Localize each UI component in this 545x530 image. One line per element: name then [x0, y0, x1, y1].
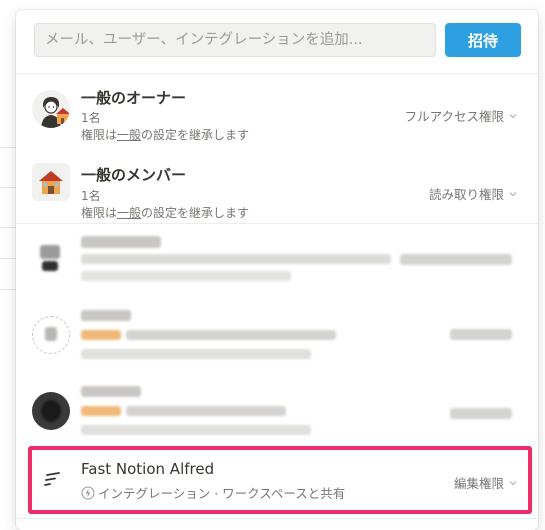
integration-row[interactable]: Fast Notion Alfred インテグレーション · ワークスペースと共… [16, 446, 538, 514]
general-settings-link[interactable]: 一般 [117, 206, 141, 220]
lightning-icon [81, 486, 95, 499]
invite-button[interactable]: 招待 [445, 23, 521, 57]
share-panel: 招待 一般のオーナー 1名 権限は一般の設定を継承します フルアクセス権限 [16, 10, 538, 530]
avatar [32, 316, 70, 354]
member-row-owner: 一般のオーナー 1名 権限は一般の設定を継承します フルアクセス権限 [16, 73, 538, 147]
add-people-input[interactable] [34, 23, 436, 57]
house-icon [32, 163, 70, 201]
chevron-down-icon [509, 113, 517, 118]
member-row-redacted [16, 298, 538, 374]
chevron-down-icon [509, 191, 517, 196]
person-icon [32, 90, 70, 128]
permission-dropdown[interactable]: フルアクセス権限 [405, 106, 518, 125]
integration-subtitle: インテグレーション · ワークスペースと共有 [81, 483, 345, 502]
permission-note: 権限は一般の設定を継承します [81, 206, 250, 220]
avatar [32, 243, 68, 279]
member-row-members: 一般のメンバー 1名 権限は一般の設定を継承します 読み取り権限 [16, 147, 538, 223]
permission-note: 権限は一般の設定を継承します [81, 128, 250, 142]
chevron-down-icon [509, 480, 517, 485]
member-count: 1名 [81, 111, 101, 125]
member-row-redacted [16, 374, 538, 452]
general-settings-link[interactable]: 一般 [117, 128, 141, 142]
integration-logo-icon [42, 470, 62, 490]
member-name: 一般のメンバー [81, 166, 187, 184]
permission-dropdown[interactable]: 編集権限 [454, 473, 518, 492]
avatar [32, 392, 70, 430]
divider [16, 518, 538, 519]
member-name: 一般のオーナー [81, 89, 187, 107]
permission-dropdown[interactable]: 読み取り権限 [429, 184, 518, 203]
member-row-redacted [16, 224, 538, 298]
member-count: 1名 [81, 189, 101, 203]
invite-bar: 招待 [34, 23, 521, 59]
integration-name: Fast Notion Alfred [81, 460, 215, 478]
